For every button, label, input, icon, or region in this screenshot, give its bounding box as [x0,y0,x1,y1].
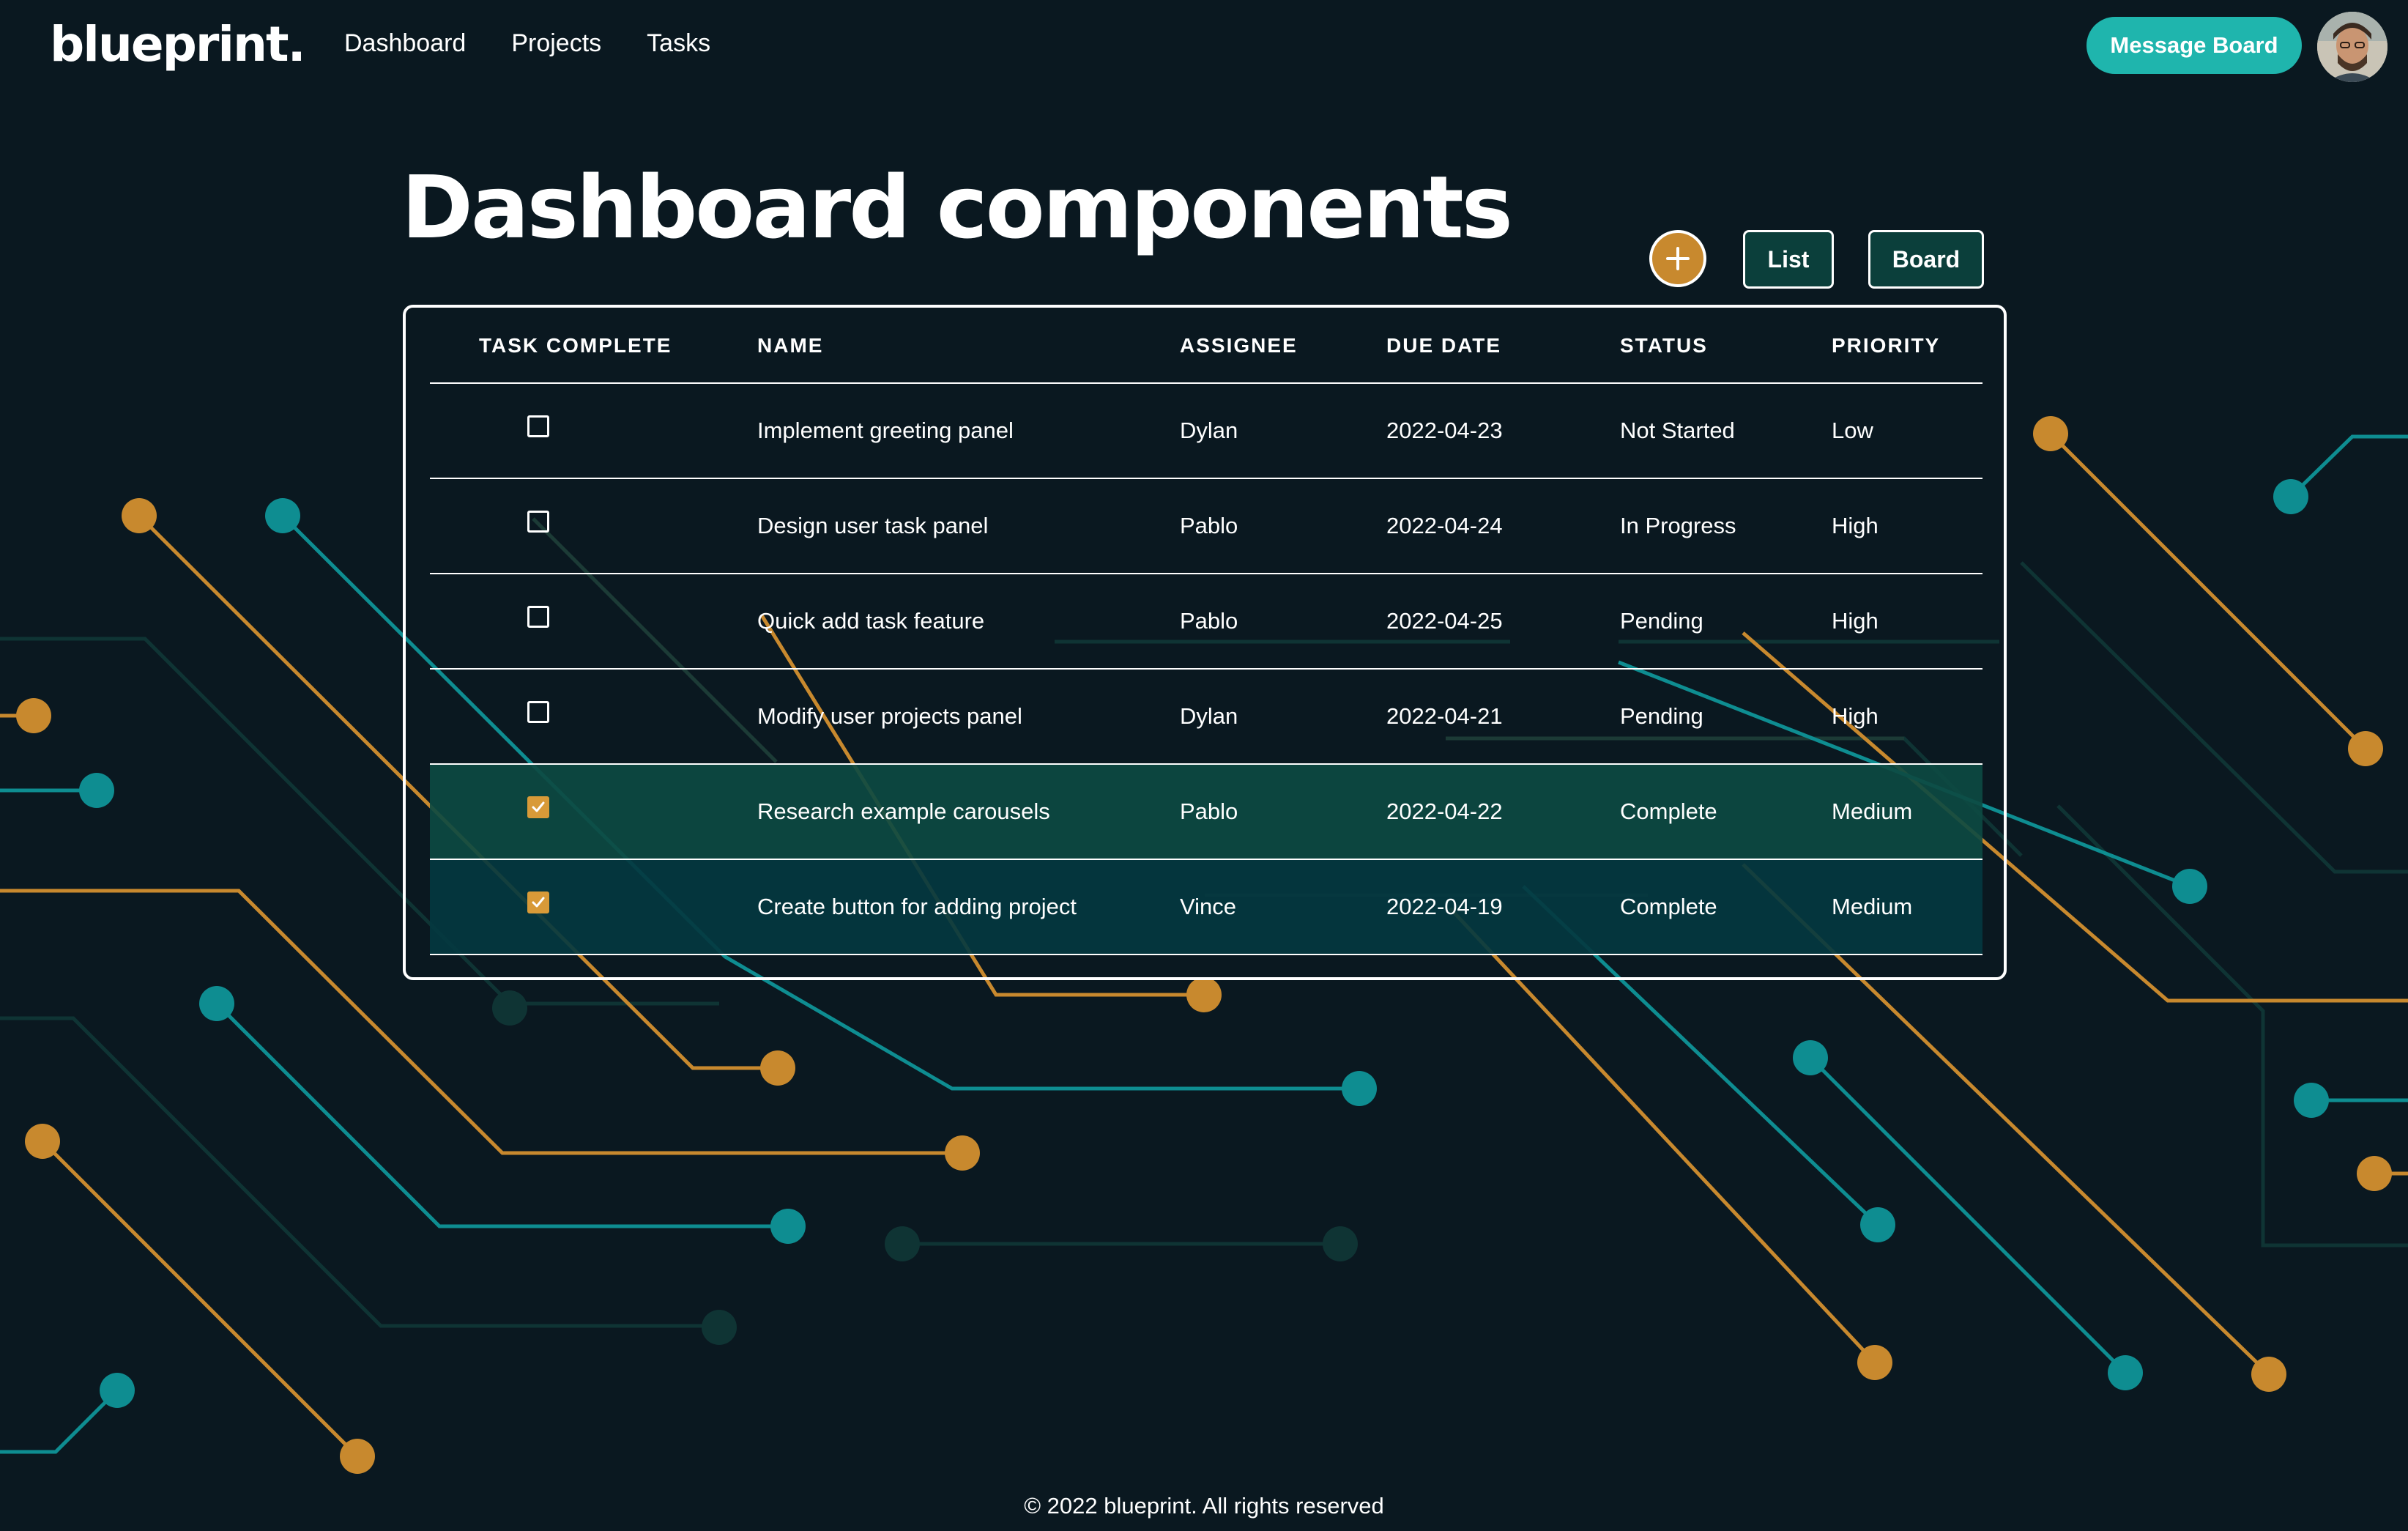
task-priority: High [1832,608,1879,634]
task-name: Create button for adding project [757,894,1077,919]
list-view-button[interactable]: List [1743,230,1834,289]
table-row[interactable]: Create button for adding project Vince 2… [430,860,1982,955]
avatar[interactable] [2316,10,2389,84]
task-due-date: 2022-04-25 [1386,608,1503,634]
task-name: Quick add task feature [757,608,985,634]
column-header-name[interactable]: NAME [757,334,823,357]
table-row[interactable]: Quick add task feature Pablo 2022-04-25 … [430,574,1982,670]
task-assignee: Dylan [1180,418,1238,443]
task-complete-checkbox[interactable] [527,796,549,818]
add-task-button[interactable] [1649,230,1706,287]
plus-icon [1666,247,1690,270]
task-due-date: 2022-04-21 [1386,703,1503,729]
task-priority: Medium [1832,894,1913,919]
task-priority: Medium [1832,798,1913,824]
column-header-priority[interactable]: PRIORITY [1832,334,1940,357]
task-status: Pending [1620,608,1703,634]
task-assignee: Pablo [1180,798,1238,824]
task-name: Research example carousels [757,798,1050,824]
task-status: Complete [1620,894,1717,919]
task-priority: High [1832,513,1879,538]
column-header-due-date[interactable]: DUE DATE [1386,334,1501,357]
user-avatar-icon [2317,12,2387,82]
task-assignee: Vince [1180,894,1236,919]
task-status: Pending [1620,703,1703,729]
task-name: Design user task panel [757,513,989,538]
task-priority: High [1832,703,1879,729]
message-board-button[interactable]: Message Board [2086,17,2302,74]
task-due-date: 2022-04-23 [1386,418,1503,443]
task-complete-checkbox[interactable] [527,891,549,913]
nav-dashboard[interactable]: Dashboard [344,29,466,58]
task-status: Complete [1620,798,1717,824]
table-header: TASK COMPLETE NAME ASSIGNEE DUE DATE STA… [430,308,1982,384]
table-row[interactable]: Research example carousels Pablo 2022-04… [430,765,1982,860]
column-header-assignee[interactable]: ASSIGNEE [1180,334,1298,357]
task-assignee: Pablo [1180,513,1238,538]
brand-logo[interactable]: blueprint. [50,16,306,73]
board-view-button[interactable]: Board [1868,230,1984,289]
task-status: In Progress [1620,513,1736,538]
footer-copyright: © 2022 blueprint. All rights reserved [1024,1493,1384,1519]
nav-tasks[interactable]: Tasks [647,29,710,58]
nav-projects[interactable]: Projects [511,29,601,58]
task-due-date: 2022-04-22 [1386,798,1503,824]
task-status: Not Started [1620,418,1735,443]
page-title: Dashboard components [401,157,1513,258]
task-table: TASK COMPLETE NAME ASSIGNEE DUE DATE STA… [403,305,2007,980]
task-name: Implement greeting panel [757,418,1014,443]
task-due-date: 2022-04-24 [1386,513,1503,538]
task-complete-checkbox[interactable] [527,606,549,628]
table-row[interactable]: Design user task panel Pablo 2022-04-24 … [430,479,1982,574]
table-row[interactable]: Modify user projects panel Dylan 2022-04… [430,670,1982,765]
column-header-task-complete[interactable]: TASK COMPLETE [479,334,672,357]
top-navigation: blueprint. Dashboard Projects Tasks Mess… [0,0,2408,91]
task-due-date: 2022-04-19 [1386,894,1503,919]
table-row[interactable]: Implement greeting panel Dylan 2022-04-2… [430,384,1982,479]
task-assignee: Pablo [1180,608,1238,634]
task-complete-checkbox[interactable] [527,701,549,723]
task-complete-checkbox[interactable] [527,415,549,437]
task-priority: Low [1832,418,1873,443]
task-name: Modify user projects panel [757,703,1022,729]
checkmark-icon [532,897,545,908]
task-complete-checkbox[interactable] [527,511,549,533]
column-header-status[interactable]: STATUS [1620,334,1708,357]
main-nav: Dashboard Projects Tasks [344,29,710,58]
checkmark-icon [532,801,545,812]
task-assignee: Dylan [1180,703,1238,729]
